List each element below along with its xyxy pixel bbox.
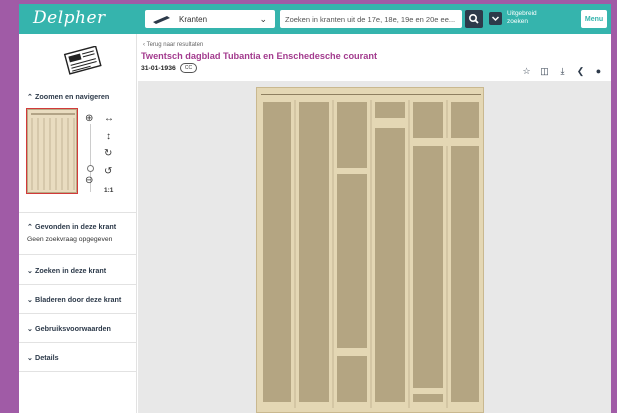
zoom-out-icon[interactable]: ⊖ (85, 176, 93, 186)
divider (19, 342, 137, 343)
divider (19, 284, 137, 285)
no-query-text: Geen zoekvraag opgegeven (27, 236, 113, 243)
collection-select[interactable]: Kranten ⌄ (145, 10, 275, 28)
chevron-down-icon: ⌄ (27, 324, 34, 333)
favorite-star-icon[interactable]: ☆ (521, 66, 532, 77)
actual-size-button[interactable]: 1:1 (104, 186, 113, 196)
zoom-slider-handle[interactable] (87, 165, 94, 172)
top-navigation-bar: Delpher Kranten ⌄ Zoeken in kranten uit … (19, 4, 611, 34)
menu-button[interactable]: Menu (581, 10, 607, 28)
newspaper-illustration-icon (63, 46, 102, 75)
newspaper-page-image[interactable] (256, 87, 484, 413)
chevron-left-icon: ‹ (143, 42, 145, 48)
document-viewer[interactable] (138, 81, 611, 413)
found-in-paper-heading[interactable]: ⌃ Gevonden in deze krant (27, 222, 116, 231)
browse-paper-heading[interactable]: ⌄ Bladeren door deze krant (27, 295, 121, 304)
document-actions: ☆ ◫ ⤓ ❮ ● (521, 66, 604, 77)
license-badge[interactable]: CC (180, 63, 197, 73)
zoom-in-icon[interactable]: ⊕ (85, 114, 93, 124)
search-icon (469, 14, 479, 24)
document-date: 31-01-1936 (141, 65, 176, 72)
rotate-clockwise-icon[interactable]: ↻ (104, 149, 112, 159)
newspaper-icon (153, 16, 170, 24)
divider (19, 313, 137, 314)
chevron-up-icon: ⌃ (27, 222, 34, 231)
divider (19, 254, 137, 255)
chevron-down-icon: ⌄ (27, 295, 34, 304)
fit-height-icon[interactable]: ↕ (106, 132, 111, 142)
chevron-up-icon: ⌃ (27, 92, 34, 101)
divider (19, 212, 137, 213)
search-in-paper-heading[interactable]: ⌄ Zoeken in deze krant (27, 266, 106, 275)
details-heading[interactable]: ⌄ Details (27, 353, 59, 362)
print-icon[interactable]: ◫ (539, 66, 550, 77)
search-button[interactable] (465, 10, 483, 28)
browser-page: Delpher Kranten ⌄ Zoeken in kranten uit … (19, 4, 611, 413)
page-scan-texture (263, 100, 479, 408)
divider (19, 371, 137, 372)
zoom-navigate-heading[interactable]: ⌃ Zoomen en navigeren (27, 92, 109, 101)
terms-of-use-heading[interactable]: ⌄ Gebruiksvoorwaarden (27, 324, 111, 333)
viewport-indicator (26, 108, 78, 194)
chevron-down-icon (491, 16, 500, 22)
share-icon[interactable]: ❮ (575, 66, 586, 77)
rotate-counterclockwise-icon[interactable]: ↺ (104, 167, 112, 177)
search-input[interactable]: Zoeken in kranten uit de 17e, 18e, 19e e… (280, 10, 462, 28)
advanced-search-toggle[interactable] (489, 12, 502, 25)
back-to-results-link[interactable]: ‹ Terug naar resultaten (143, 42, 203, 48)
advanced-search-label[interactable]: Uitgebreid zoeken (507, 10, 547, 26)
chevron-down-icon: ⌄ (27, 353, 34, 362)
download-icon[interactable]: ⤓ (557, 66, 568, 77)
chevron-down-icon: ⌄ (259, 14, 267, 24)
comment-icon[interactable]: ● (593, 66, 604, 77)
chevron-down-icon: ⌄ (27, 266, 34, 275)
collection-label: Kranten (179, 14, 208, 24)
sidebar: ⌃ Zoomen en navigeren ⊕ ↔ ↕ ↻ ↺ ⊖ 1:1 ⌃ … (19, 34, 137, 413)
document-title: Twentsch dagblad Tubantia en Enschedesch… (141, 51, 378, 61)
delpher-logo[interactable]: Delpher (33, 8, 106, 28)
fit-width-icon[interactable]: ↔ (104, 114, 114, 124)
